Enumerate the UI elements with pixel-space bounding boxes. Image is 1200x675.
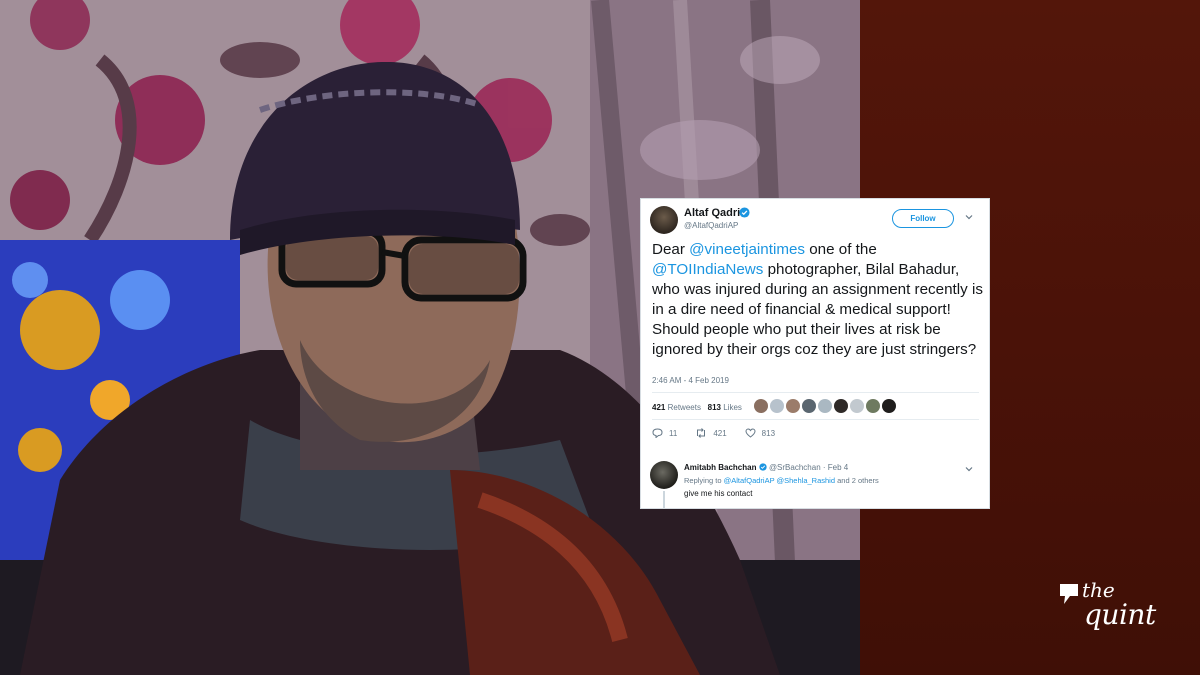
tweet-stats: 421 Retweets 813 Likes	[652, 403, 742, 412]
author-name[interactable]: Altaf Qadri	[684, 207, 740, 219]
likes-label[interactable]: Likes	[723, 403, 742, 412]
author-avatar[interactable]	[650, 206, 678, 234]
reply-date[interactable]: · Feb 4	[823, 463, 848, 472]
avatar[interactable]	[770, 399, 784, 413]
avatar[interactable]	[818, 399, 832, 413]
avatar[interactable]	[834, 399, 848, 413]
reply-author-handle[interactable]: @SrBachchan	[769, 463, 821, 472]
thread-line	[663, 491, 665, 508]
avatar[interactable]	[882, 399, 896, 413]
retweets-count[interactable]: 421	[652, 403, 665, 412]
like-count: 813	[761, 428, 776, 438]
like-icon	[745, 428, 756, 438]
reply-icon	[652, 428, 663, 438]
tweet-text-part: one of the	[805, 241, 877, 258]
retweets-label[interactable]: Retweets	[668, 403, 701, 412]
tweet-timestamp[interactable]: 2:46 AM - 4 Feb 2019	[652, 376, 729, 385]
chevron-down-icon[interactable]	[964, 213, 974, 221]
logo-quint: quint	[1084, 598, 1156, 631]
replying-to: Replying to @AltafQadriAP @Shehla_Rashid…	[684, 476, 879, 485]
reply-count: 11	[669, 428, 678, 438]
avatar[interactable]	[802, 399, 816, 413]
quint-logo-icon	[1060, 584, 1078, 604]
avatar[interactable]	[866, 399, 880, 413]
tweet-text: Dear @vineetjaintimes one of the @TOIInd…	[652, 240, 984, 360]
mention-link[interactable]: @TOIIndiaNews	[652, 261, 763, 278]
reply-author-name[interactable]: Amitabh Bachchan	[684, 463, 756, 472]
avatar[interactable]	[786, 399, 800, 413]
follow-button[interactable]: Follow	[892, 209, 954, 228]
author-handle[interactable]: @AltafQadriAP	[684, 221, 738, 230]
tweet-text-part: Dear	[652, 241, 690, 258]
reply-author-avatar[interactable]	[650, 461, 678, 489]
tweet-actions: 11 421 813	[652, 428, 793, 438]
tweet-card: Altaf Qadri @AltafQadriAP Follow Dear @v…	[640, 198, 990, 509]
mention-link[interactable]: @vineetjaintimes	[689, 241, 805, 258]
liker-avatars	[754, 399, 896, 415]
reply-button[interactable]: 11	[652, 428, 677, 438]
divider	[652, 392, 979, 393]
replying-suffix[interactable]: and 2 others	[835, 476, 879, 485]
verified-badge-icon	[739, 207, 750, 218]
mention-link[interactable]: @AltafQadriAP @Shehla_Rashid	[724, 476, 835, 485]
replying-prefix: Replying to	[684, 476, 724, 485]
like-button[interactable]: 813	[745, 428, 775, 438]
the-quint-logo: the quint	[1056, 578, 1166, 638]
reply-header: Amitabh Bachchan @SrBachchan · Feb 4	[684, 463, 848, 472]
retweet-icon	[697, 428, 706, 438]
retweet-count: 421	[713, 428, 727, 438]
avatar[interactable]	[850, 399, 864, 413]
divider	[652, 419, 979, 420]
reply-text: give me his contact	[684, 489, 753, 498]
avatar[interactable]	[754, 399, 768, 413]
chevron-down-icon[interactable]	[964, 465, 974, 473]
retweet-button[interactable]: 421	[695, 428, 727, 438]
verified-badge-icon	[759, 463, 767, 471]
likes-count[interactable]: 813	[708, 403, 721, 412]
